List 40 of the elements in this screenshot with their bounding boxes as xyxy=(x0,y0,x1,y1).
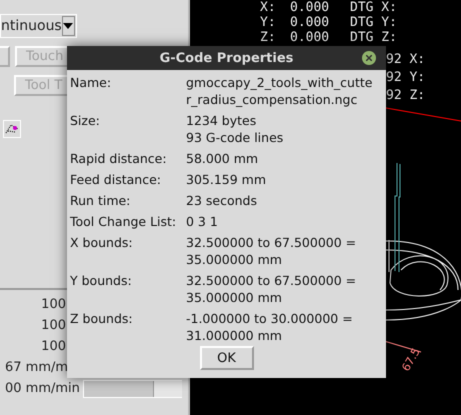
position-value: 0.000 xyxy=(290,1,330,15)
axis-label: Z: xyxy=(260,31,277,45)
dialog-title: G-Code Properties xyxy=(160,50,294,66)
dtg-label: DTG Z: xyxy=(350,31,398,45)
field-value: 305.159 mm xyxy=(186,171,268,188)
field-label: Run time: xyxy=(70,192,132,209)
axis-label: Y: xyxy=(260,16,277,30)
field-label: Rapid distance: xyxy=(70,150,168,167)
field-value: 23 seconds xyxy=(186,192,258,209)
field-value: 58.000 mm xyxy=(186,150,260,167)
field-value: 93 G-code lines xyxy=(186,129,284,146)
field-value: gmoccapy_2_tools_with_cutte xyxy=(186,74,374,91)
field-value: 32.500000 to 67.500000 = xyxy=(186,272,358,289)
override-value: 100 xyxy=(40,296,66,314)
offset-label: 92 Z: xyxy=(386,88,426,103)
field-value: 0 3 1 xyxy=(186,213,219,230)
field-label: Tool Change List: xyxy=(70,213,178,230)
dtg-label: DTG Y: xyxy=(350,16,398,30)
override-value: 100 xyxy=(40,317,66,335)
offset-label: 92 X: xyxy=(386,52,426,67)
field-value: 31.000000 mm xyxy=(186,327,283,344)
field-value: -1.000000 to 30.000000 = xyxy=(186,310,354,327)
override-value: 100 xyxy=(40,338,66,356)
field-label: Feed distance: xyxy=(70,171,162,188)
field-value: 35.000000 mm xyxy=(186,289,283,306)
feed-rate-text: 67 mm/m xyxy=(5,360,70,375)
field-value: 35.000000 mm xyxy=(186,251,283,268)
field-label: Size: xyxy=(70,112,101,130)
position-value: 0.000 xyxy=(290,31,330,45)
axis-label: X: xyxy=(260,1,277,15)
field-label: Z bounds: xyxy=(70,310,134,328)
field-value: r_radius_compensation.ngc xyxy=(186,91,358,108)
field-value: 32.500000 to 67.500000 = xyxy=(186,234,358,251)
field-label: X bounds: xyxy=(70,234,134,252)
dtg-label: DTG X: xyxy=(350,1,398,15)
field-value: 1234 bytes xyxy=(186,112,258,129)
position-value: 0.000 xyxy=(290,16,330,30)
feed-rate-text: 00 mm/min xyxy=(5,381,81,396)
field-label: Y bounds: xyxy=(70,272,133,290)
offset-label: 92 Y: xyxy=(386,70,426,85)
